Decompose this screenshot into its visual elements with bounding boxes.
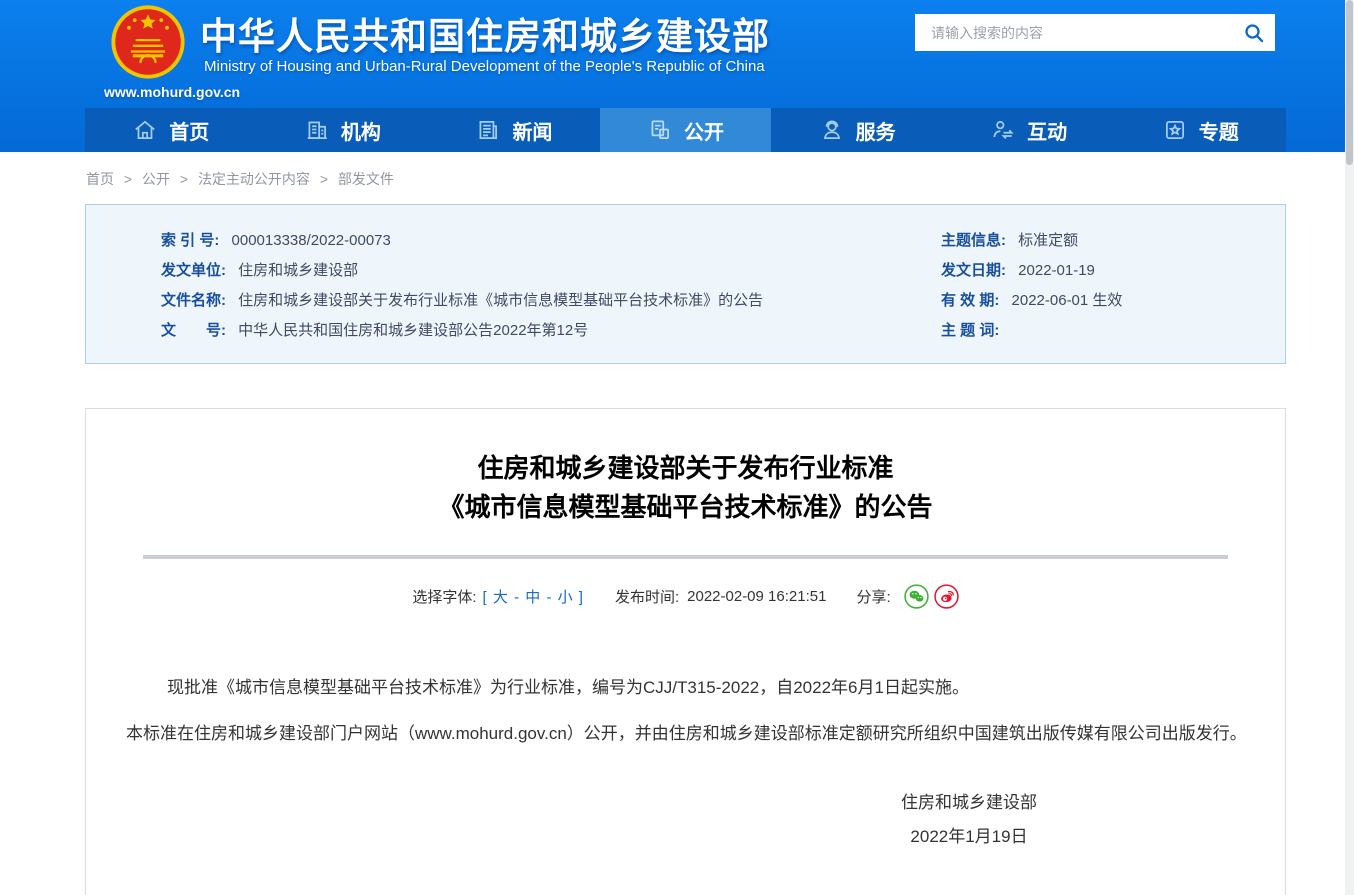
- title-divider: [143, 555, 1228, 559]
- doc-info-row-effective-date: 有 效 期: 2022-06-01 生效: [941, 286, 1285, 316]
- doc-info-row-issuing-unit: 发文单位: 住房和城乡建设部: [161, 256, 941, 286]
- doc-info-left-column: 索 引 号: 000013338/2022-00073 发文单位: 住房和城乡建…: [86, 226, 941, 346]
- article-box: 住房和城乡建设部关于发布行业标准 《城市信息模型基础平台技术标准》的公告 选择字…: [85, 408, 1286, 895]
- site-header: www.mohurd.gov.cn 中华人民共和国住房和城乡建设部 Minist…: [0, 0, 1354, 152]
- doc-info-row-issue-date: 发文日期: 2022-01-19: [941, 256, 1285, 286]
- breadcrumb-separator: >: [124, 171, 132, 187]
- doc-info-value: 住房和城乡建设部: [238, 262, 358, 279]
- nav-item-organization[interactable]: 机构: [257, 108, 429, 152]
- font-size-separator: -: [546, 589, 555, 606]
- search-input[interactable]: [915, 25, 1233, 41]
- breadcrumb-disclosure[interactable]: 公开: [142, 171, 170, 187]
- signature-organization: 住房和城乡建设部: [901, 786, 1037, 820]
- doc-info-row-document-number: 文 号: 中华人民共和国住房和城乡建设部公告2022年第12号: [161, 316, 941, 346]
- doc-info-label: 文 号:: [161, 322, 226, 339]
- home-icon: [132, 117, 158, 143]
- doc-info-right-column: 主题信息: 标准定额 发文日期: 2022-01-19 有 效 期: 2022-…: [941, 226, 1285, 346]
- article-paragraph: 现批准《城市信息模型基础平台技术标准》为行业标准，编号为CJJ/T315-202…: [89, 671, 1251, 704]
- search-button[interactable]: [1233, 14, 1275, 51]
- scrollbar-thumb[interactable]: [1346, 0, 1353, 165]
- weibo-icon[interactable]: [934, 584, 959, 609]
- doc-info-label: 发文日期:: [941, 262, 1006, 279]
- main-nav: 首页 机构 新闻 公开: [85, 108, 1286, 152]
- doc-info-value: 中华人民共和国住房和城乡建设部公告2022年第12号: [238, 322, 588, 339]
- article-meta-row: 选择字体: [ 大 - 中 - 小 ] 发布时间: 2022-02-09 16:…: [86, 584, 1285, 609]
- font-size-separator: -: [514, 589, 523, 606]
- doc-info-label: 有 效 期:: [941, 292, 999, 309]
- service-icon: [819, 117, 845, 143]
- signature-date: 2022年1月19日: [901, 820, 1037, 854]
- font-size-small[interactable]: 小: [558, 589, 573, 606]
- search-icon: [1242, 21, 1266, 45]
- font-size-label: 选择字体:: [412, 586, 476, 607]
- breadcrumb: 首页 > 公开 > 法定主动公开内容 > 部发文件: [86, 152, 1354, 204]
- interaction-icon: [990, 117, 1016, 143]
- nav-item-label: 互动: [1027, 116, 1067, 145]
- site-title: 中华人民共和国住房和城乡建设部: [200, 6, 770, 60]
- doc-info-value: 000013338/2022-00073: [232, 232, 391, 249]
- publish-time-label: 发布时间:: [615, 586, 679, 607]
- doc-info-label: 文件名称:: [161, 292, 226, 309]
- doc-info-value: 标准定额: [1018, 232, 1078, 249]
- nav-item-interaction[interactable]: 互动: [943, 108, 1115, 152]
- doc-info-label: 主 题 词:: [941, 322, 999, 339]
- share-label: 分享:: [856, 586, 890, 607]
- nav-item-home[interactable]: 首页: [85, 108, 257, 152]
- nav-item-news[interactable]: 新闻: [428, 108, 600, 152]
- national-emblem-icon: [110, 4, 186, 80]
- nav-item-label: 首页: [169, 116, 209, 145]
- nav-item-label: 服务: [856, 116, 896, 145]
- disclosure-icon: [647, 117, 673, 143]
- site-url: www.mohurd.gov.cn: [104, 84, 240, 100]
- publish-time-value: 2022-02-09 16:21:51: [687, 588, 826, 605]
- nav-item-disclosure[interactable]: 公开: [600, 108, 772, 152]
- doc-info-value: 2022-01-19: [1018, 262, 1095, 279]
- doc-info-row-keywords: 主 题 词:: [941, 316, 1285, 346]
- search-box: [915, 14, 1275, 51]
- scrollbar-track[interactable]: [1345, 0, 1354, 895]
- nav-item-label: 公开: [684, 116, 724, 145]
- font-size-selector: [ 大 - 中 - 小 ]: [483, 586, 583, 607]
- font-size-medium[interactable]: 中: [525, 589, 540, 606]
- nav-item-special-topic[interactable]: 专题: [1114, 108, 1286, 152]
- breadcrumb-statutory-content[interactable]: 法定主动公开内容: [198, 171, 310, 187]
- nav-item-label: 新闻: [512, 116, 552, 145]
- document-info-box: 索 引 号: 000013338/2022-00073 发文单位: 住房和城乡建…: [85, 204, 1286, 364]
- doc-info-label: 主题信息:: [941, 232, 1006, 249]
- news-icon: [475, 117, 501, 143]
- breadcrumb-home[interactable]: 首页: [86, 171, 114, 187]
- article-paragraph: 本标准在住房和城乡建设部门户网站（www.mohurd.gov.cn）公开，并由…: [89, 717, 1251, 750]
- nav-item-service[interactable]: 服务: [771, 108, 943, 152]
- article-title-line1: 住房和城乡建设部关于发布行业标准: [86, 449, 1285, 488]
- doc-info-value: 住房和城乡建设部关于发布行业标准《城市信息模型基础平台技术标准》的公告: [238, 292, 763, 309]
- doc-info-row-index-number: 索 引 号: 000013338/2022-00073: [161, 226, 941, 256]
- organization-icon: [304, 117, 330, 143]
- doc-info-label: 索 引 号:: [161, 232, 219, 249]
- breadcrumb-current: 部发文件: [338, 171, 394, 187]
- article-signature: 住房和城乡建设部 2022年1月19日: [901, 786, 1037, 854]
- doc-info-label: 发文单位:: [161, 262, 226, 279]
- doc-info-value: 2022-06-01 生效: [1012, 292, 1123, 309]
- breadcrumb-separator: >: [320, 171, 328, 187]
- bracket-close: ]: [579, 589, 583, 606]
- nav-item-label: 机构: [341, 116, 381, 145]
- doc-info-row-document-name: 文件名称: 住房和城乡建设部关于发布行业标准《城市信息模型基础平台技术标准》的公…: [161, 286, 941, 316]
- bracket-open: [: [483, 589, 487, 606]
- breadcrumb-separator: >: [180, 171, 188, 187]
- article-title-line2: 《城市信息模型基础平台技术标准》的公告: [86, 488, 1285, 527]
- special-topic-icon: [1162, 117, 1188, 143]
- nav-item-label: 专题: [1199, 116, 1239, 145]
- article-title: 住房和城乡建设部关于发布行业标准 《城市信息模型基础平台技术标准》的公告: [86, 449, 1285, 527]
- wechat-icon[interactable]: [904, 584, 929, 609]
- doc-info-row-subject-info: 主题信息: 标准定额: [941, 226, 1285, 256]
- site-subtitle-en: Ministry of Housing and Urban-Rural Deve…: [204, 58, 765, 75]
- article-body: 现批准《城市信息模型基础平台技术标准》为行业标准，编号为CJJ/T315-202…: [86, 671, 1285, 750]
- font-size-large[interactable]: 大: [493, 589, 508, 606]
